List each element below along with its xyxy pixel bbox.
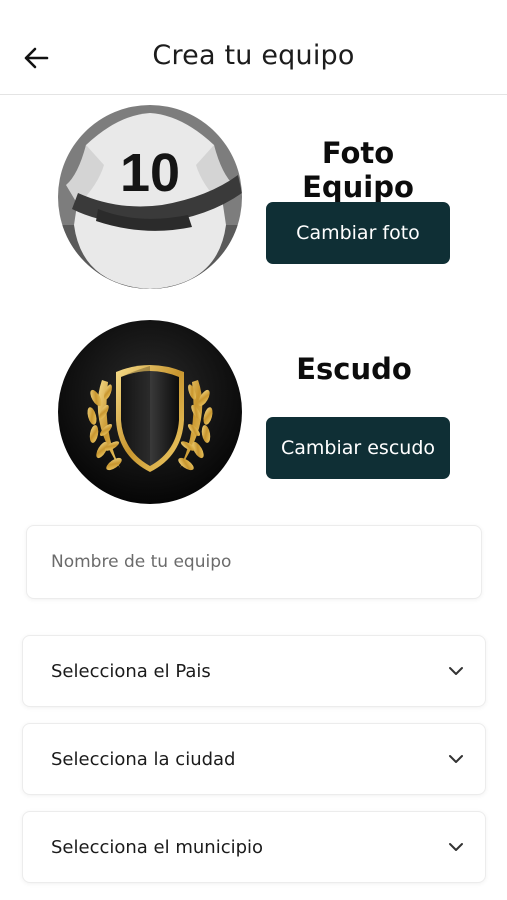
- change-crest-button[interactable]: Cambiar escudo: [266, 417, 450, 479]
- team-photo-label: Foto Equipo: [302, 136, 414, 204]
- change-photo-button[interactable]: Cambiar foto: [266, 202, 450, 264]
- city-select[interactable]: Selecciona la ciudad: [22, 723, 486, 795]
- team-crest: [58, 320, 242, 504]
- team-photo: 10: [58, 105, 242, 289]
- jersey-number: 10: [120, 143, 180, 203]
- country-select[interactable]: Selecciona el Pais: [22, 635, 486, 707]
- municipality-select-label: Selecciona el municipio: [51, 836, 264, 858]
- city-select-label: Selecciona la ciudad: [51, 748, 236, 770]
- app-header: Crea tu equipo: [0, 0, 507, 95]
- team-name-input[interactable]: [27, 526, 481, 598]
- team-name-field[interactable]: [26, 525, 482, 599]
- page-title: Crea tu equipo: [152, 40, 355, 71]
- municipality-select[interactable]: Selecciona el municipio: [22, 811, 486, 883]
- chevron-down-icon: [447, 838, 465, 856]
- chevron-down-icon: [447, 662, 465, 680]
- country-select-label: Selecciona el Pais: [51, 660, 211, 682]
- crest-label: Escudo: [296, 352, 412, 386]
- chevron-down-icon: [447, 750, 465, 768]
